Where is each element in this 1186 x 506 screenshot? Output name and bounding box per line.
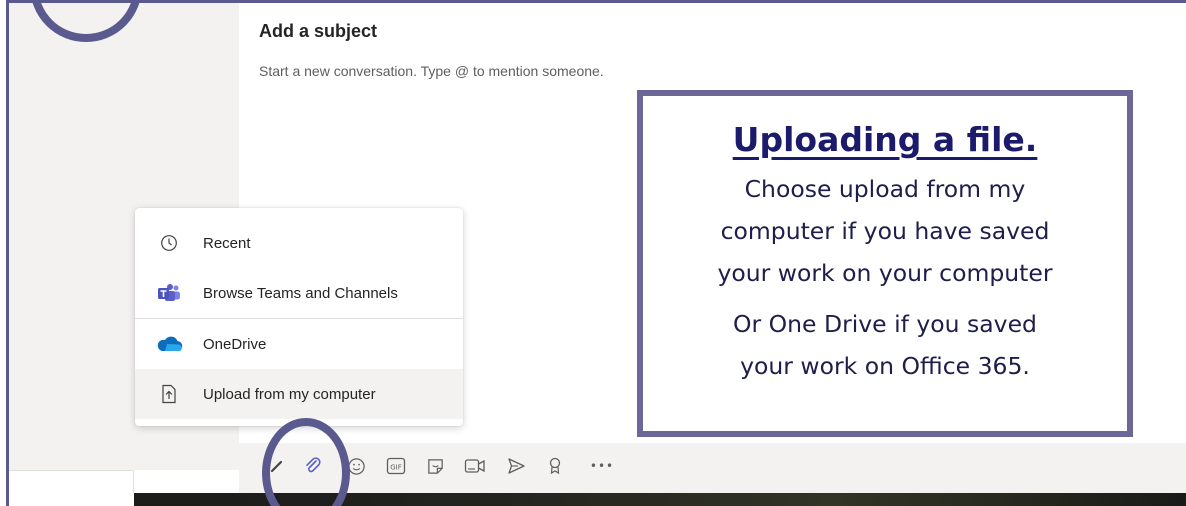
subject-input[interactable]: Add a subject <box>259 21 377 42</box>
callout-line: Choose upload from my <box>744 175 1026 203</box>
menu-item-browse-teams[interactable]: Browse Teams and Channels <box>135 268 463 318</box>
menu-item-onedrive[interactable]: OneDrive <box>135 319 463 369</box>
menu-item-label: Browse Teams and Channels <box>203 284 398 302</box>
upload-file-icon <box>149 384 189 404</box>
callout-line: Or One Drive if you saved <box>733 310 1037 338</box>
menu-item-label: OneDrive <box>203 335 267 353</box>
bottom-strip <box>9 493 1186 506</box>
instruction-callout: Uploading a file. Choose upload from my … <box>637 90 1133 437</box>
compose-toolbar <box>239 443 1186 493</box>
callout-line: your work on your computer <box>717 259 1053 287</box>
message-input[interactable]: Start a new conversation. Type @ to ment… <box>259 63 604 79</box>
callout-title: Uploading a file. <box>732 120 1038 159</box>
teams-icon <box>149 283 189 303</box>
menu-item-label: Upload from my computer <box>203 385 376 403</box>
clock-icon <box>149 234 189 252</box>
callout-line: your work on Office 365. <box>740 352 1030 380</box>
menu-item-label: Recent <box>203 234 251 252</box>
menu-item-recent[interactable]: Recent <box>135 218 463 268</box>
callout-line: computer if you have saved <box>720 217 1050 245</box>
sticker-icon[interactable] <box>424 455 446 477</box>
onedrive-cloud-icon <box>149 335 189 353</box>
menu-item-upload-computer[interactable]: Upload from my computer <box>135 369 463 419</box>
attach-menu: Recent Browse Teams and Channels OneDriv… <box>135 208 463 426</box>
meet-now-icon[interactable] <box>464 455 486 477</box>
gif-icon[interactable]: GIF <box>385 455 407 477</box>
bottom-strip-left <box>9 493 134 506</box>
more-options-icon[interactable]: ••• <box>590 455 613 477</box>
schedule-send-icon[interactable] <box>505 455 527 477</box>
gif-label: GIF <box>390 464 402 472</box>
praise-icon[interactable] <box>544 455 566 477</box>
